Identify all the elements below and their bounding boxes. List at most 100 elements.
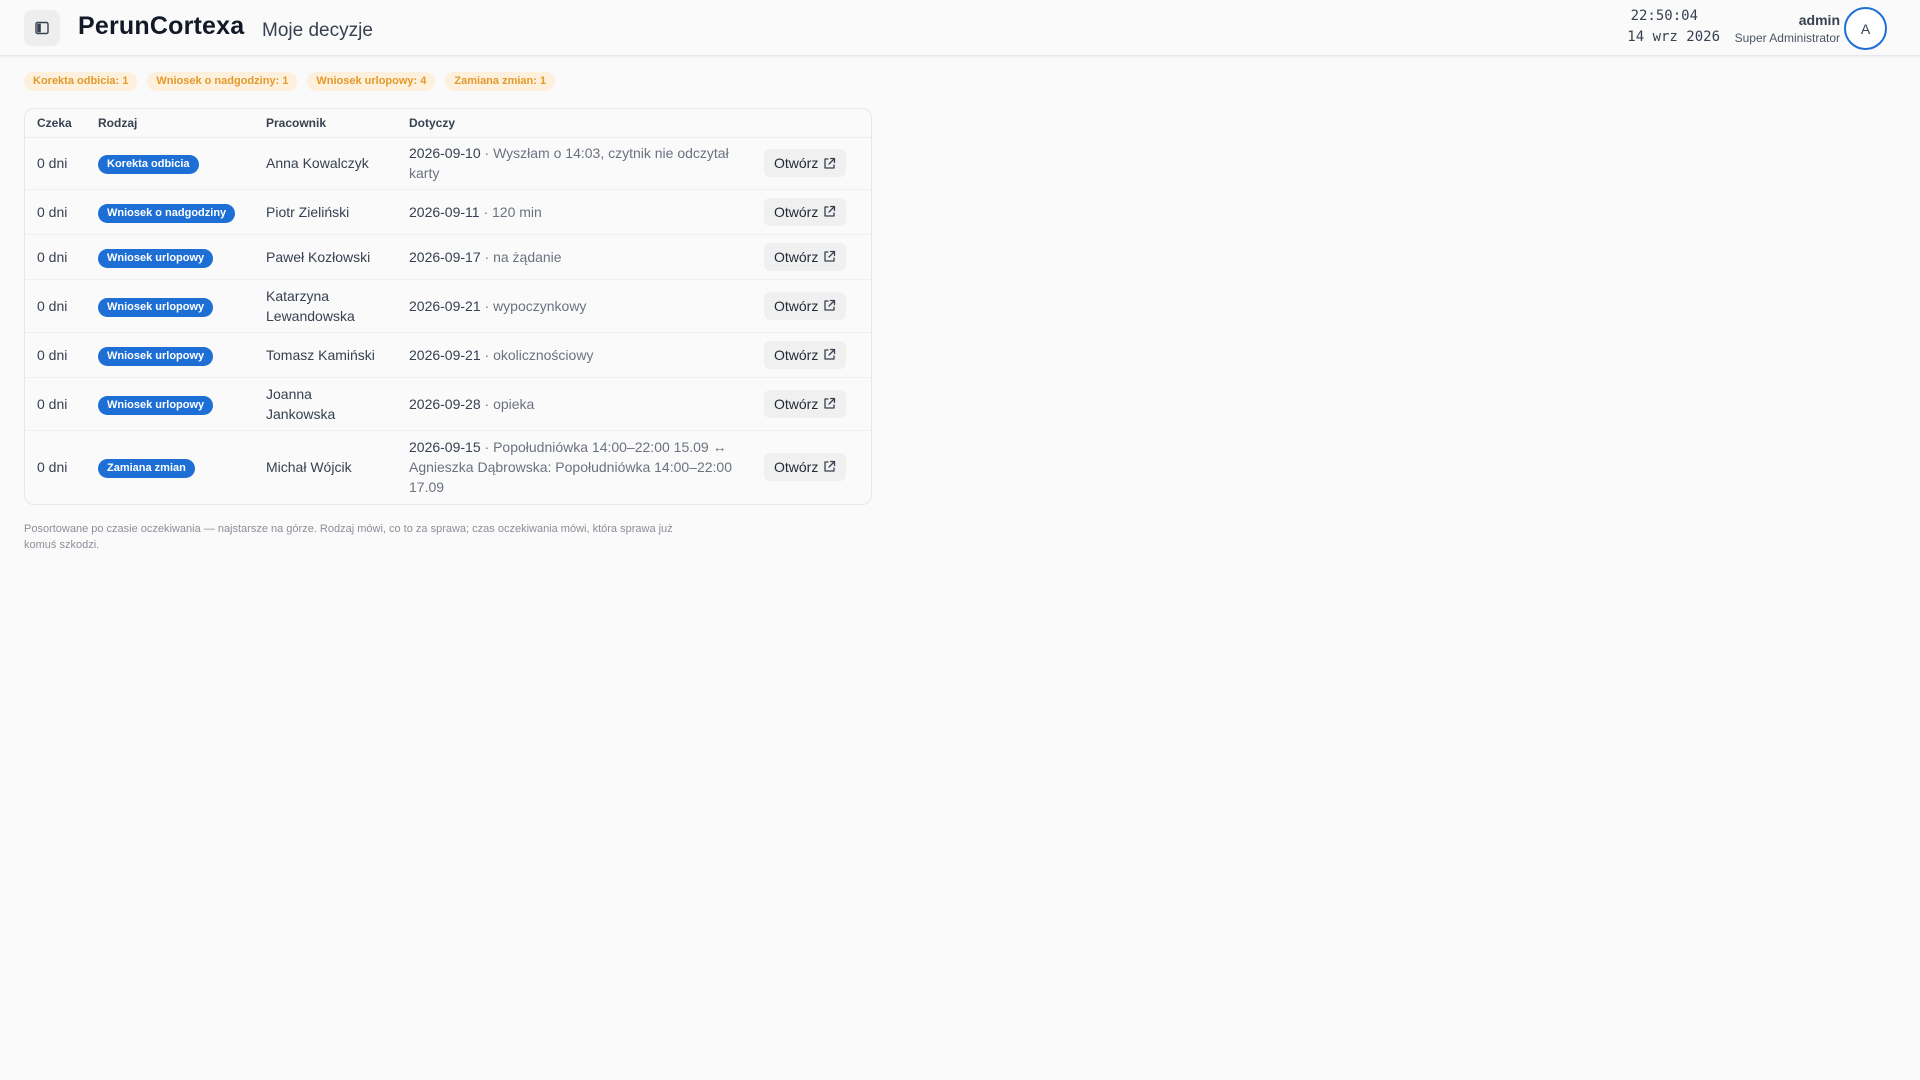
cell-action: Otwórz [752,234,871,280]
cell-type: Zamiana zmian [86,430,254,503]
type-badge: Zamiana zmian [98,458,195,478]
cell-concerns: 2026-09-10 · Wyszłam o 14:03, czytnik ni… [397,137,752,190]
concerns-date: 2026-09-11 [409,203,480,220]
cell-wait: 0 dni [25,137,86,190]
open-button[interactable]: Otwórz [764,242,847,271]
cell-employee: Joanna Jankowska [254,377,397,431]
concerns-date: 2026-09-17 [409,248,481,265]
cell-employee: Anna Kowalczyk [254,137,397,190]
open-button[interactable]: Otwórz [764,452,847,481]
table-row: 0 dni Wniosek urlopowy Paweł Kozłowski 2… [25,234,871,280]
top-bar: PerunCortexa Moje decyzje 22:50:04 14 wr… [0,0,1920,56]
page-title: Moje decyzje [262,20,373,41]
type-badge: Korekta odbicia [98,155,199,174]
cell-type: Wniosek urlopowy [86,377,254,431]
sidebar-toggle-button[interactable] [24,10,60,46]
cell-employee: Michał Wójcik [266,458,352,475]
concerns-date: 2026-09-21 [409,346,481,363]
open-button[interactable]: Otwórz [764,291,847,320]
cell-action: Otwórz [752,279,871,333]
table-header-row: Czeka Rodzaj Pracownik Dotyczy [25,109,871,138]
decisions-table: Czeka Rodzaj Pracownik Dotyczy 0 dni Kor… [25,109,871,503]
concerns-date: 2026-09-28 [409,395,481,412]
cell-wait: 0 dni [25,332,86,378]
open-button-label: Otwórz [774,155,819,171]
cell-action: Otwórz [752,332,871,378]
concerns-detail: · okolicznościowy [480,346,594,363]
type-badge: Wniosek urlopowy [98,248,214,268]
column-header-action [752,109,871,138]
column-header-wait: Czeka [25,109,86,138]
table-row: 0 dni Zamiana zmian Michał Wójcik 2026-0… [25,430,871,503]
concerns-detail: · na żądanie [480,248,562,265]
cell-action: Otwórz [752,430,871,503]
type-badge: Wniosek o nadgodziny [98,203,236,223]
cell-concerns: 2026-09-15 · Popołudniówka 14:00–22:00 1… [397,430,752,503]
cell-type: Wniosek urlopowy [86,332,254,378]
column-header-type: Rodzaj [86,109,254,138]
cell-action: Otwórz [752,377,871,431]
open-button-label: Otwórz [774,395,819,412]
sort-footnote: Posortowane po czasie oczekiwania — najs… [24,523,673,551]
concerns-date: 2026-09-21 [409,297,481,314]
table-row: 0 dni Wniosek urlopowy Katarzyna Lewando… [25,279,871,333]
open-button-label: Otwórz [774,297,819,314]
brand-logo-text: PerunCortexa [78,12,245,40]
cell-concerns: 2026-09-21 · wypoczynkowy [397,279,752,333]
concerns-detail: · opieka [480,395,535,412]
column-header-concerns: Dotyczy [397,109,752,138]
open-button[interactable]: Otwórz [764,340,847,369]
external-link-icon [824,299,836,311]
external-link-icon [824,348,836,360]
decisions-table-card: Czeka Rodzaj Pracownik Dotyczy 0 dni Kor… [24,108,872,505]
chip-zamiana-zmian: Zamiana zmian: 1 [445,72,556,91]
table-row: 0 dni Wniosek o nadgodziny Piotr Zielińs… [25,189,871,235]
table-row: 0 dni Wniosek urlopowy Joanna Jankowska … [25,377,871,431]
open-button[interactable]: Otwórz [764,149,847,177]
cell-type: Wniosek o nadgodziny [86,189,254,235]
open-button[interactable]: Otwórz [764,389,847,418]
concerns-detail: · 120 min [479,203,542,220]
user-role: Super Administrator [1734,31,1840,45]
cell-wait: 0 dni [25,234,86,280]
cell-employee: Katarzyna Lewandowska [254,279,397,333]
user-name: admin [1798,12,1840,28]
cell-wait: 0 dni [25,377,86,431]
external-link-icon [824,250,836,262]
open-button-label: Otwórz [774,346,819,363]
chip-wniosek-urlopowy: Wniosek urlopowy: 4 [307,72,436,91]
type-badge: Wniosek urlopowy [98,297,214,317]
cell-action: Otwórz [752,189,871,235]
cell-concerns: 2026-09-21 · okolicznościowy [397,332,752,378]
external-link-icon [824,205,836,217]
cell-wait: 0 dni [37,458,68,475]
cell-wait: 0 dni [25,189,86,235]
cell-action: Otwórz [752,137,871,190]
type-badge: Wniosek urlopowy [98,395,214,415]
cell-employee: Tomasz Kamiński [254,332,397,378]
user-info: admin Super Administrator [1700,10,1840,46]
cell-type: Korekta odbicia [86,137,254,190]
cell-employee: Paweł Kozłowski [254,234,397,280]
concerns-date: 2026-09-15 [409,438,481,455]
concerns-date: 2026-09-10 [409,145,481,161]
sidebar-panel-icon [35,21,49,35]
open-button[interactable]: Otwórz [764,197,847,226]
type-badge: Wniosek urlopowy [98,346,214,366]
external-link-icon [824,461,836,472]
external-link-icon [824,157,836,169]
cell-concerns: 2026-09-11 · 120 min [397,189,752,235]
open-button-label: Otwórz [774,248,819,265]
table-row: 0 dni Korekta odbicia Anna Kowalczyk 202… [25,137,871,190]
column-header-employee: Pracownik [254,109,397,138]
cell-type: Wniosek urlopowy [86,234,254,280]
summary-chips: Korekta odbicia: 1 Wniosek o nadgodziny:… [24,72,556,91]
cell-employee: Piotr Zieliński [254,189,397,235]
external-link-icon [824,397,836,409]
chip-wniosek-nadgodziny: Wniosek o nadgodziny: 1 [147,72,298,91]
cell-type: Wniosek urlopowy [86,279,254,333]
table-row: 0 dni Wniosek urlopowy Tomasz Kamiński 2… [25,332,871,378]
chip-korekta-odbicia: Korekta odbicia: 1 [24,72,138,91]
open-button-label: Otwórz [774,203,819,220]
avatar[interactable]: A [1844,7,1887,50]
